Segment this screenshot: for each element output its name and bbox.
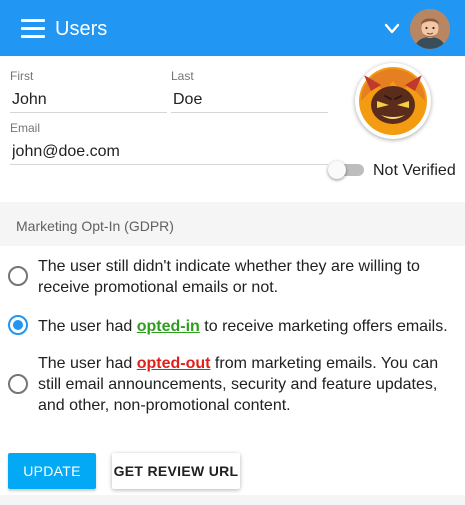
account-avatar[interactable] bbox=[410, 9, 450, 49]
radio-opted-out[interactable] bbox=[8, 374, 28, 394]
bottom-divider bbox=[0, 495, 465, 505]
option-opted-in-text[interactable]: The user had opted-in to receive marketi… bbox=[38, 316, 458, 337]
profile-avatar[interactable] bbox=[355, 63, 431, 139]
radio-undecided[interactable] bbox=[8, 266, 28, 286]
toggle-thumb bbox=[328, 161, 346, 179]
first-name-label: First bbox=[10, 69, 34, 83]
option-opted-in-suffix: to receive marketing offers emails. bbox=[199, 318, 448, 335]
marketing-section-header: Marketing Opt-In (GDPR) bbox=[0, 202, 465, 246]
verified-toggle[interactable] bbox=[328, 160, 368, 180]
verification-status-label: Not Verified bbox=[373, 162, 456, 179]
first-name-field[interactable] bbox=[10, 87, 167, 113]
opted-out-highlight: opted-out bbox=[136, 355, 211, 372]
option-undecided-text[interactable]: The user still didn't indicate whether t… bbox=[38, 256, 458, 298]
page-title: Users bbox=[55, 18, 108, 40]
app-bar: Users bbox=[0, 0, 465, 56]
email-field[interactable] bbox=[10, 139, 328, 165]
last-name-label: Last bbox=[171, 69, 194, 83]
opted-in-highlight: opted-in bbox=[136, 318, 200, 335]
marketing-section-title: Marketing Opt-In (GDPR) bbox=[16, 218, 174, 234]
last-name-field[interactable] bbox=[171, 87, 328, 113]
option-undecided-label: The user still didn't indicate whether t… bbox=[38, 258, 420, 296]
radio-opted-in[interactable] bbox=[8, 315, 28, 335]
update-button[interactable]: UPDATE bbox=[8, 453, 96, 489]
get-review-url-button[interactable]: GET REVIEW URL bbox=[112, 453, 240, 489]
email-label: Email bbox=[10, 121, 41, 135]
option-opted-out-prefix: The user had bbox=[38, 355, 137, 372]
hamburger-menu-icon[interactable] bbox=[21, 18, 45, 38]
chevron-down-icon[interactable] bbox=[384, 23, 400, 35]
option-opted-in-prefix: The user had bbox=[38, 318, 137, 335]
option-opted-out-text[interactable]: The user had opted-out from marketing em… bbox=[38, 353, 458, 416]
